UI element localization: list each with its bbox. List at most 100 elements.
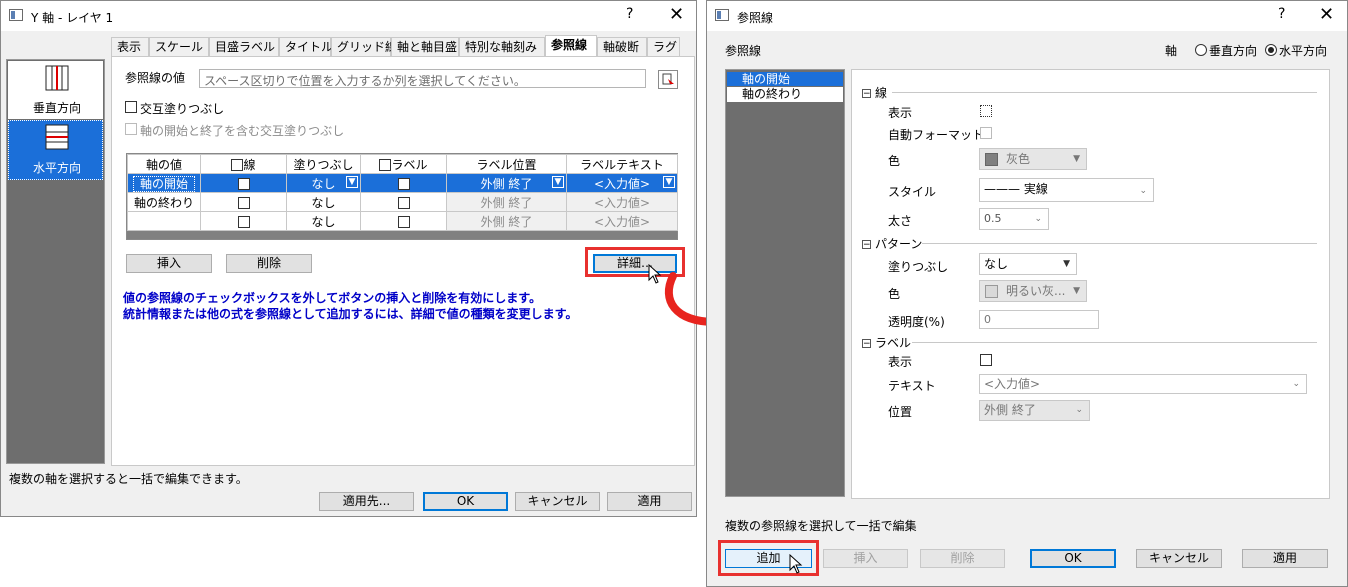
section-pattern-header[interactable]: − パターン (862, 235, 922, 252)
insert-button[interactable]: 挿入 (126, 254, 212, 273)
fill-cell[interactable]: なし (286, 192, 361, 212)
close-button[interactable]: ✕ (669, 4, 684, 25)
insert-button[interactable]: 挿入 (823, 549, 908, 568)
label-cell[interactable] (360, 211, 447, 231)
line-width-label: 太さ (888, 214, 913, 228)
help-button[interactable]: ? (626, 6, 633, 22)
list-item[interactable]: 軸の開始 (727, 72, 843, 86)
line-show-checkbox[interactable] (980, 105, 992, 117)
table-row[interactable]: なし 外側 終了 <入力値> (127, 211, 678, 231)
line-style-dropdown[interactable]: ——— 実線 ⌄ (979, 178, 1154, 202)
chevron-down-icon: ⌄ (1075, 405, 1083, 415)
delete-button[interactable]: 削除 (920, 549, 1005, 568)
tab-special-ticks[interactable]: 特別な軸刻み (459, 37, 545, 56)
fill-cell[interactable]: なし (286, 211, 361, 231)
label-position-cell[interactable]: 外側 終了 (446, 211, 567, 231)
dropdown-arrow-icon[interactable]: ▼ (663, 176, 675, 188)
line-checkbox[interactable] (237, 196, 250, 209)
axis-dialog-title: Y 軸 - レイヤ 1 (31, 11, 114, 25)
section-label-title: ラベル (875, 336, 912, 350)
ref-value-input[interactable]: スペース区切りで位置を入力するか列を選択してください。 (199, 69, 646, 88)
close-button[interactable]: ✕ (1319, 4, 1334, 25)
label-text-dropdown[interactable]: <入力値> ⌄ (979, 374, 1307, 394)
vertical-radio[interactable] (1195, 44, 1207, 56)
chevron-down-icon: ⌄ (1034, 214, 1042, 224)
tab-grid[interactable]: グリッド線 (331, 37, 397, 56)
table-row[interactable]: 軸の開始 なし ▼ 外側 終了 ▼ <入力値> ▼ (127, 173, 678, 193)
tab-axis-ticks[interactable]: 軸と軸目盛 (391, 37, 459, 56)
apply-button[interactable]: 適用 (1242, 549, 1328, 568)
tab-scale[interactable]: スケール (149, 37, 209, 56)
ok-button[interactable]: OK (1030, 549, 1116, 568)
collapse-icon[interactable]: − (862, 339, 871, 349)
delete-button[interactable]: 削除 (226, 254, 312, 273)
label-position-cell[interactable]: 外側 終了 (446, 192, 567, 212)
fill-dropdown[interactable]: なし ▼ (979, 253, 1077, 275)
line-checkbox[interactable] (237, 177, 250, 190)
axis-value-cell[interactable]: 軸の開始 (127, 173, 201, 193)
collapse-icon[interactable]: − (862, 240, 871, 250)
cancel-button[interactable]: キャンセル (515, 492, 600, 511)
line-color-value: 灰色 (1006, 152, 1031, 166)
col-label[interactable]: ラベル (360, 154, 447, 174)
apply-button[interactable]: 適用 (607, 492, 692, 511)
chevron-down-icon: ⌄ (1292, 379, 1300, 389)
collapse-icon[interactable]: − (862, 89, 871, 99)
dropdown-arrow-icon[interactable]: ▼ (346, 176, 358, 188)
col-line-checkbox[interactable] (231, 159, 244, 171)
label-position-cell[interactable]: 外側 終了 ▼ (446, 173, 567, 193)
section-line-header[interactable]: − 線 (862, 84, 887, 101)
pattern-color-dropdown[interactable]: 明るい灰... ▼ (979, 280, 1087, 302)
reference-line-table: 軸の値 線 塗りつぶし ラベル ラベル位置 ラベルテキスト 軸の開始 なし ▼ 外… (126, 153, 678, 240)
dropdown-arrow-icon[interactable]: ▼ (552, 176, 564, 188)
axis-value-cell[interactable] (127, 211, 201, 231)
line-checkbox[interactable] (237, 215, 250, 228)
label-cell[interactable] (360, 192, 447, 212)
horizontal-radio[interactable] (1265, 44, 1277, 56)
right-status-text: 複数の参照線を選択して一括で編集 (725, 519, 917, 533)
label-show-checkbox[interactable] (980, 354, 992, 366)
sidebar-item-horizontal[interactable]: 水平方向 (8, 120, 103, 180)
auto-format-checkbox[interactable] (980, 127, 992, 139)
col-label-checkbox[interactable] (379, 159, 392, 171)
list-item[interactable]: 軸の終わり (727, 87, 843, 102)
tab-axis-break[interactable]: 軸破断 (597, 37, 647, 56)
label-text-cell[interactable]: <入力値> ▼ (566, 173, 678, 193)
tab-rug[interactable]: ラグ (647, 37, 680, 56)
fill-cell[interactable]: なし ▼ (286, 173, 361, 193)
alt-fill-include-checkbox[interactable] (125, 123, 137, 135)
label-checkbox[interactable] (397, 177, 410, 190)
col-line[interactable]: 線 (200, 154, 287, 174)
transparency-input[interactable]: 0 (979, 310, 1099, 329)
column-select-button[interactable] (658, 70, 678, 89)
section-label-header[interactable]: − ラベル (862, 334, 911, 351)
alt-fill-checkbox[interactable] (125, 101, 137, 113)
line-cell[interactable] (200, 173, 287, 193)
label-position-dropdown[interactable]: 外側 終了 ⌄ (979, 400, 1090, 421)
vertical-axis-icon (45, 65, 69, 91)
table-row[interactable]: 軸の終わり なし 外側 終了 <入力値> (127, 192, 678, 212)
label-cell[interactable] (360, 173, 447, 193)
help-button[interactable]: ? (1278, 6, 1285, 22)
tab-display[interactable]: 表示 (111, 37, 149, 56)
line-cell[interactable] (200, 192, 287, 212)
apply-to-button[interactable]: 適用先... (319, 492, 414, 511)
line-color-dropdown[interactable]: 灰色 ▼ (979, 148, 1087, 170)
reference-line-dialog: 参照線 ? ✕ 参照線 軸 垂直方向 水平方向 軸の開始 軸の終わり − 線 表示… (706, 0, 1348, 587)
line-cell[interactable] (200, 211, 287, 231)
fill-value: なし (311, 176, 336, 191)
tab-reference-lines[interactable]: 参照線 (545, 35, 597, 57)
label-text-cell[interactable]: <入力値> (566, 211, 678, 231)
label-text-cell[interactable]: <入力値> (566, 192, 678, 212)
cancel-button[interactable]: キャンセル (1136, 549, 1222, 568)
tab-tick-labels[interactable]: 目盛ラベル (209, 37, 279, 56)
label-checkbox[interactable] (397, 196, 410, 209)
line-width-dropdown[interactable]: 0.5 ⌄ (979, 208, 1049, 230)
axis-value-cell[interactable]: 軸の終わり (127, 192, 201, 212)
sidebar-item-vertical[interactable]: 垂直方向 (8, 61, 103, 119)
axis-value-text: 軸の開始 (132, 175, 195, 192)
tab-title[interactable]: タイトル (279, 37, 333, 56)
label-checkbox[interactable] (397, 215, 410, 228)
color-swatch (985, 285, 998, 298)
ok-button[interactable]: OK (423, 492, 508, 511)
